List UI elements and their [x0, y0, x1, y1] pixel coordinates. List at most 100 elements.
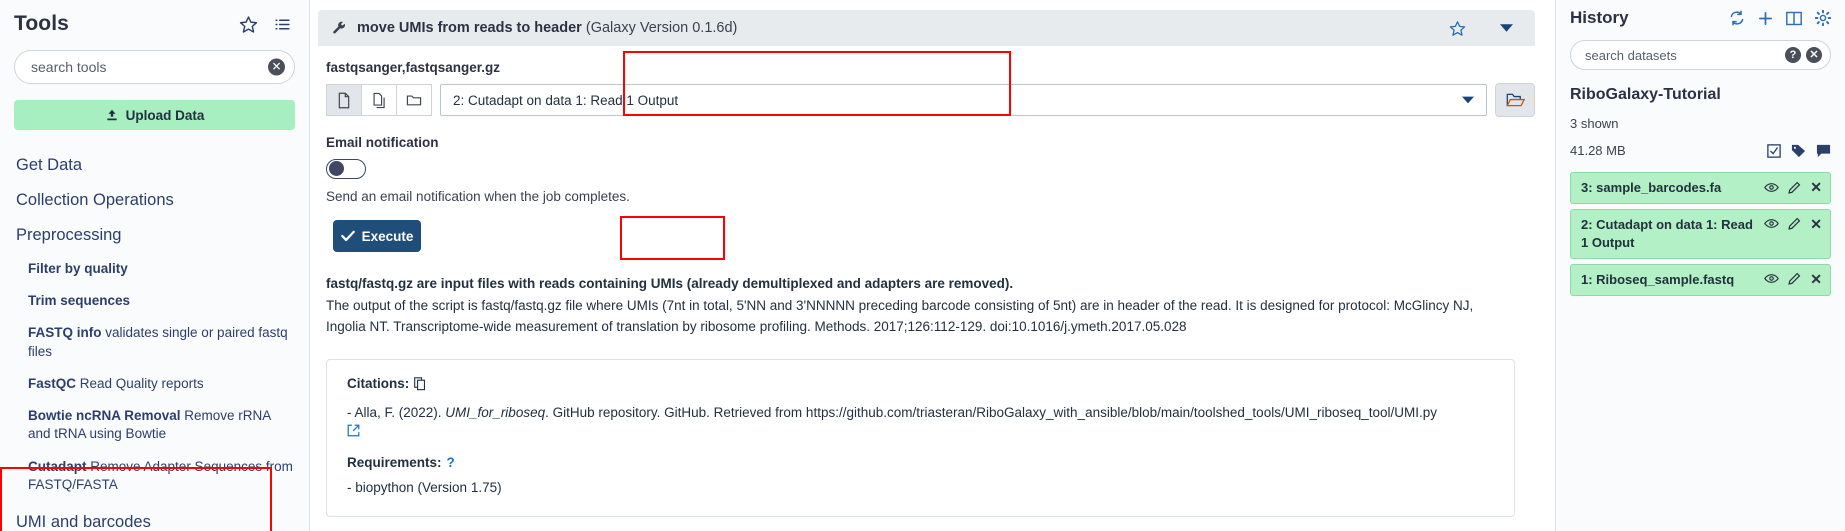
switch-history-icon[interactable]: [1786, 11, 1802, 26]
email-notification-label: Email notification: [326, 135, 439, 150]
requirements-heading: Requirements: ?: [347, 455, 1494, 470]
dataset-collection-icon[interactable]: [396, 84, 432, 116]
execute-label: Execute: [361, 228, 414, 244]
eye-icon[interactable]: [1764, 182, 1780, 193]
external-link-icon[interactable]: [347, 424, 1494, 437]
clear-search-icon[interactable]: ✕: [1806, 47, 1822, 63]
history-search-wrapper: ? ✕: [1570, 40, 1831, 70]
citation-entry: - Alla, F. (2022). UMI_for_riboseq. GitH…: [347, 403, 1494, 436]
pencil-icon[interactable]: [1788, 272, 1801, 286]
list-view-icon[interactable]: [274, 16, 291, 33]
history-title: History: [1570, 8, 1629, 27]
tools-header: Tools: [14, 12, 295, 36]
requirements-heading-label: Requirements:: [347, 454, 442, 470]
wrench-icon: [332, 21, 347, 36]
list-item[interactable]: 2: Cutadapt on data 1: Read 1 Output ✕: [1570, 208, 1831, 259]
dataset-input-row: 2: Cutadapt on data 1: Read 1 Output: [318, 83, 1535, 117]
galaxy-app: Tools ✕ Upload Data Get Data Collection …: [0, 0, 1845, 531]
history-dataset-list: 3: sample_barcodes.fa ✕ 2: Cutadapt on d…: [1570, 172, 1831, 296]
dataset-name: 3: sample_barcodes.fa: [1581, 180, 1722, 195]
page-title: Tools: [14, 12, 69, 35]
list-item[interactable]: 3: sample_barcodes.fa ✕: [1570, 172, 1831, 204]
browse-datasets-button[interactable]: [1495, 83, 1535, 117]
dataset-select[interactable]: 2: Cutadapt on data 1: Read 1 Output: [440, 84, 1487, 116]
search-input[interactable]: [14, 50, 295, 84]
tools-header-icons: [239, 15, 295, 34]
history-search-icons: ? ✕: [1785, 47, 1822, 63]
email-notification-toggle[interactable]: [326, 159, 366, 179]
x-icon[interactable]: ✕: [1810, 217, 1822, 231]
dataset-actions: ✕: [1764, 216, 1822, 231]
dataset-select-value: 2: Cutadapt on data 1: Read 1 Output: [453, 92, 679, 108]
eye-icon[interactable]: [1764, 218, 1780, 229]
dataset-name: 2: Cutadapt on data 1: Read 1 Output: [1581, 216, 1753, 250]
tool-desc: Read Quality reports: [76, 375, 204, 391]
dataset-actions: ✕: [1764, 179, 1822, 194]
tool-form-header: move UMIs from reads to header (Galaxy V…: [318, 10, 1535, 46]
tool-name: Trim sequences: [28, 293, 131, 309]
help-question-icon[interactable]: ?: [447, 455, 455, 470]
upload-data-button[interactable]: Upload Data: [14, 100, 295, 130]
select-items-icon[interactable]: [1767, 143, 1781, 158]
history-options-gear-icon[interactable]: [1815, 10, 1831, 26]
tool-title-text: move UMIs from reads to header: [357, 20, 582, 36]
sidebar-item-umi-and-barcodes[interactable]: UMI and barcodes: [14, 505, 295, 531]
tags-icon[interactable]: [1791, 144, 1806, 158]
tool-form-panel: move UMIs from reads to header (Galaxy V…: [310, 0, 1555, 531]
tool-cutadapt[interactable]: Cutadapt Remove Adapter Sequences from F…: [14, 451, 295, 501]
tool-search-wrapper: ✕: [14, 50, 295, 84]
x-icon[interactable]: ✕: [1810, 180, 1822, 194]
tools-panel: Tools ✕ Upload Data Get Data Collection …: [0, 0, 310, 531]
history-item-count: 3 shown: [1570, 116, 1619, 131]
tool-trim-sequences[interactable]: Trim sequences: [14, 285, 295, 317]
tool-name: Bowtie ncRNA Removal: [28, 408, 181, 424]
list-item[interactable]: 1: Riboseq_sample.fastq ✕: [1570, 263, 1831, 296]
citations-heading-label: Citations:: [347, 376, 410, 392]
clear-search-icon[interactable]: ✕: [268, 58, 285, 76]
chevron-down-icon[interactable]: [1462, 96, 1474, 105]
input-field-label: fastqsanger,fastqsanger.gz: [326, 60, 501, 75]
tool-fastq-info[interactable]: FASTQ info validates single or paired fa…: [14, 317, 295, 367]
tool-form-body: fastqsanger,fastqsanger.gz 2: Cutadapt o…: [310, 46, 1555, 517]
check-icon: [340, 230, 355, 242]
history-name[interactable]: RiboGalaxy-Tutorial: [1570, 86, 1831, 104]
tool-help-line2: The output of the script is fastq/fastq.…: [326, 298, 1474, 334]
search-help-icon[interactable]: ?: [1785, 47, 1801, 63]
tool-fastqc[interactable]: FastQC Read Quality reports: [14, 368, 295, 400]
star-icon[interactable]: [239, 15, 258, 34]
annotation-icon[interactable]: [1816, 144, 1831, 158]
tool-version: (Galaxy Version 0.1.6d): [585, 20, 738, 36]
sidebar-item-preprocessing[interactable]: Preprocessing: [14, 218, 295, 253]
tool-name: Cutadapt: [28, 458, 87, 474]
single-dataset-icon[interactable]: [326, 84, 362, 116]
upload-icon: [105, 108, 119, 122]
history-header-icons: [1729, 10, 1831, 26]
history-size-row: 41.28 MB: [1570, 143, 1831, 158]
citations-box: Citations: - Alla, F. (2022). UMI_for_ri…: [326, 359, 1515, 517]
history-panel: History ? ✕: [1555, 0, 1845, 531]
email-notification-help: Send an email notification when the job …: [326, 189, 630, 204]
history-size: 41.28 MB: [1570, 143, 1626, 158]
pencil-icon[interactable]: [1788, 217, 1801, 231]
tool-options-chevron-down-icon[interactable]: [1500, 23, 1513, 33]
tool-bowtie-ncrna-removal[interactable]: Bowtie ncRNA Removal Remove rRNA and tRN…: [14, 400, 295, 450]
requirement-entry: - biopython (Version 1.75): [347, 479, 502, 495]
citation-prefix: - Alla, F. (2022).: [347, 405, 446, 421]
pencil-icon[interactable]: [1788, 181, 1801, 194]
multiple-datasets-icon[interactable]: [361, 84, 397, 116]
plus-icon[interactable]: [1758, 11, 1773, 26]
upload-data-label: Upload Data: [125, 107, 205, 123]
favorite-star-icon[interactable]: [1449, 20, 1466, 37]
sidebar-item-get-data[interactable]: Get Data: [14, 148, 295, 183]
history-header: History: [1570, 8, 1831, 28]
citation-title: UMI_for_riboseq: [445, 405, 546, 421]
x-icon[interactable]: ✕: [1810, 272, 1822, 286]
tool-filter-by-quality[interactable]: Filter by quality: [14, 253, 295, 285]
copy-citation-icon[interactable]: [414, 377, 426, 391]
toggle-knob: [328, 161, 344, 176]
tool-help-line1: fastq/fastq.gz are input files with read…: [326, 276, 1014, 291]
sidebar-item-collection-operations[interactable]: Collection Operations: [14, 183, 295, 218]
refresh-icon[interactable]: [1729, 10, 1745, 26]
eye-icon[interactable]: [1764, 273, 1780, 284]
execute-button[interactable]: Execute: [333, 220, 421, 252]
